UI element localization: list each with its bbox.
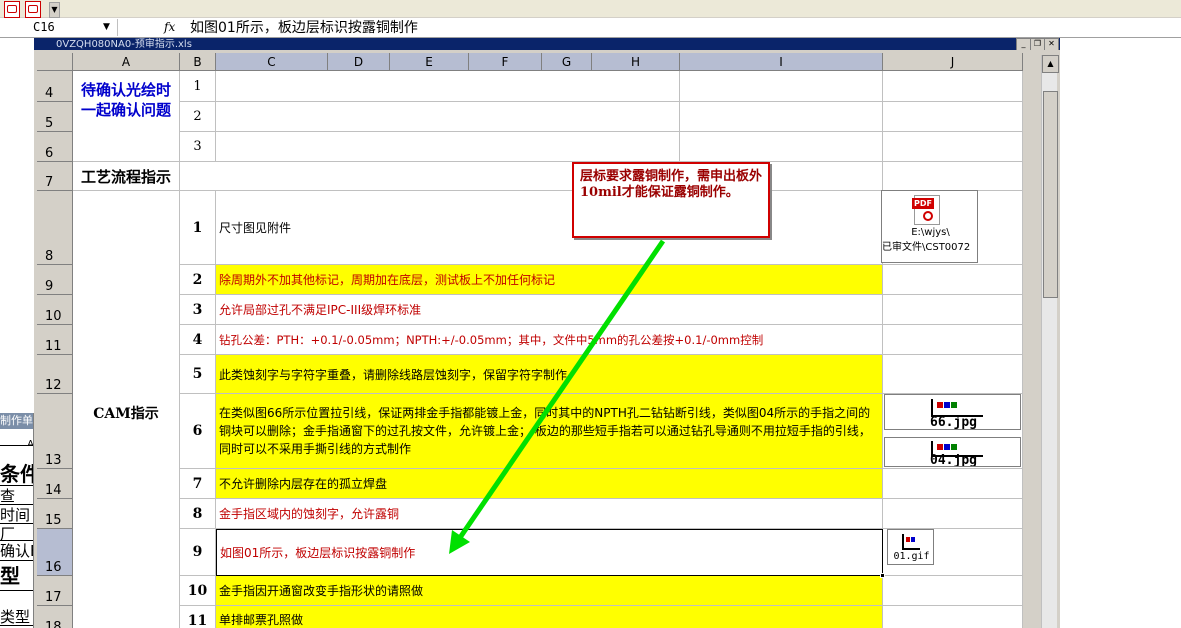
arrow-shaft xyxy=(454,239,666,544)
green-arrow xyxy=(449,239,666,554)
arrow-head xyxy=(449,530,470,554)
